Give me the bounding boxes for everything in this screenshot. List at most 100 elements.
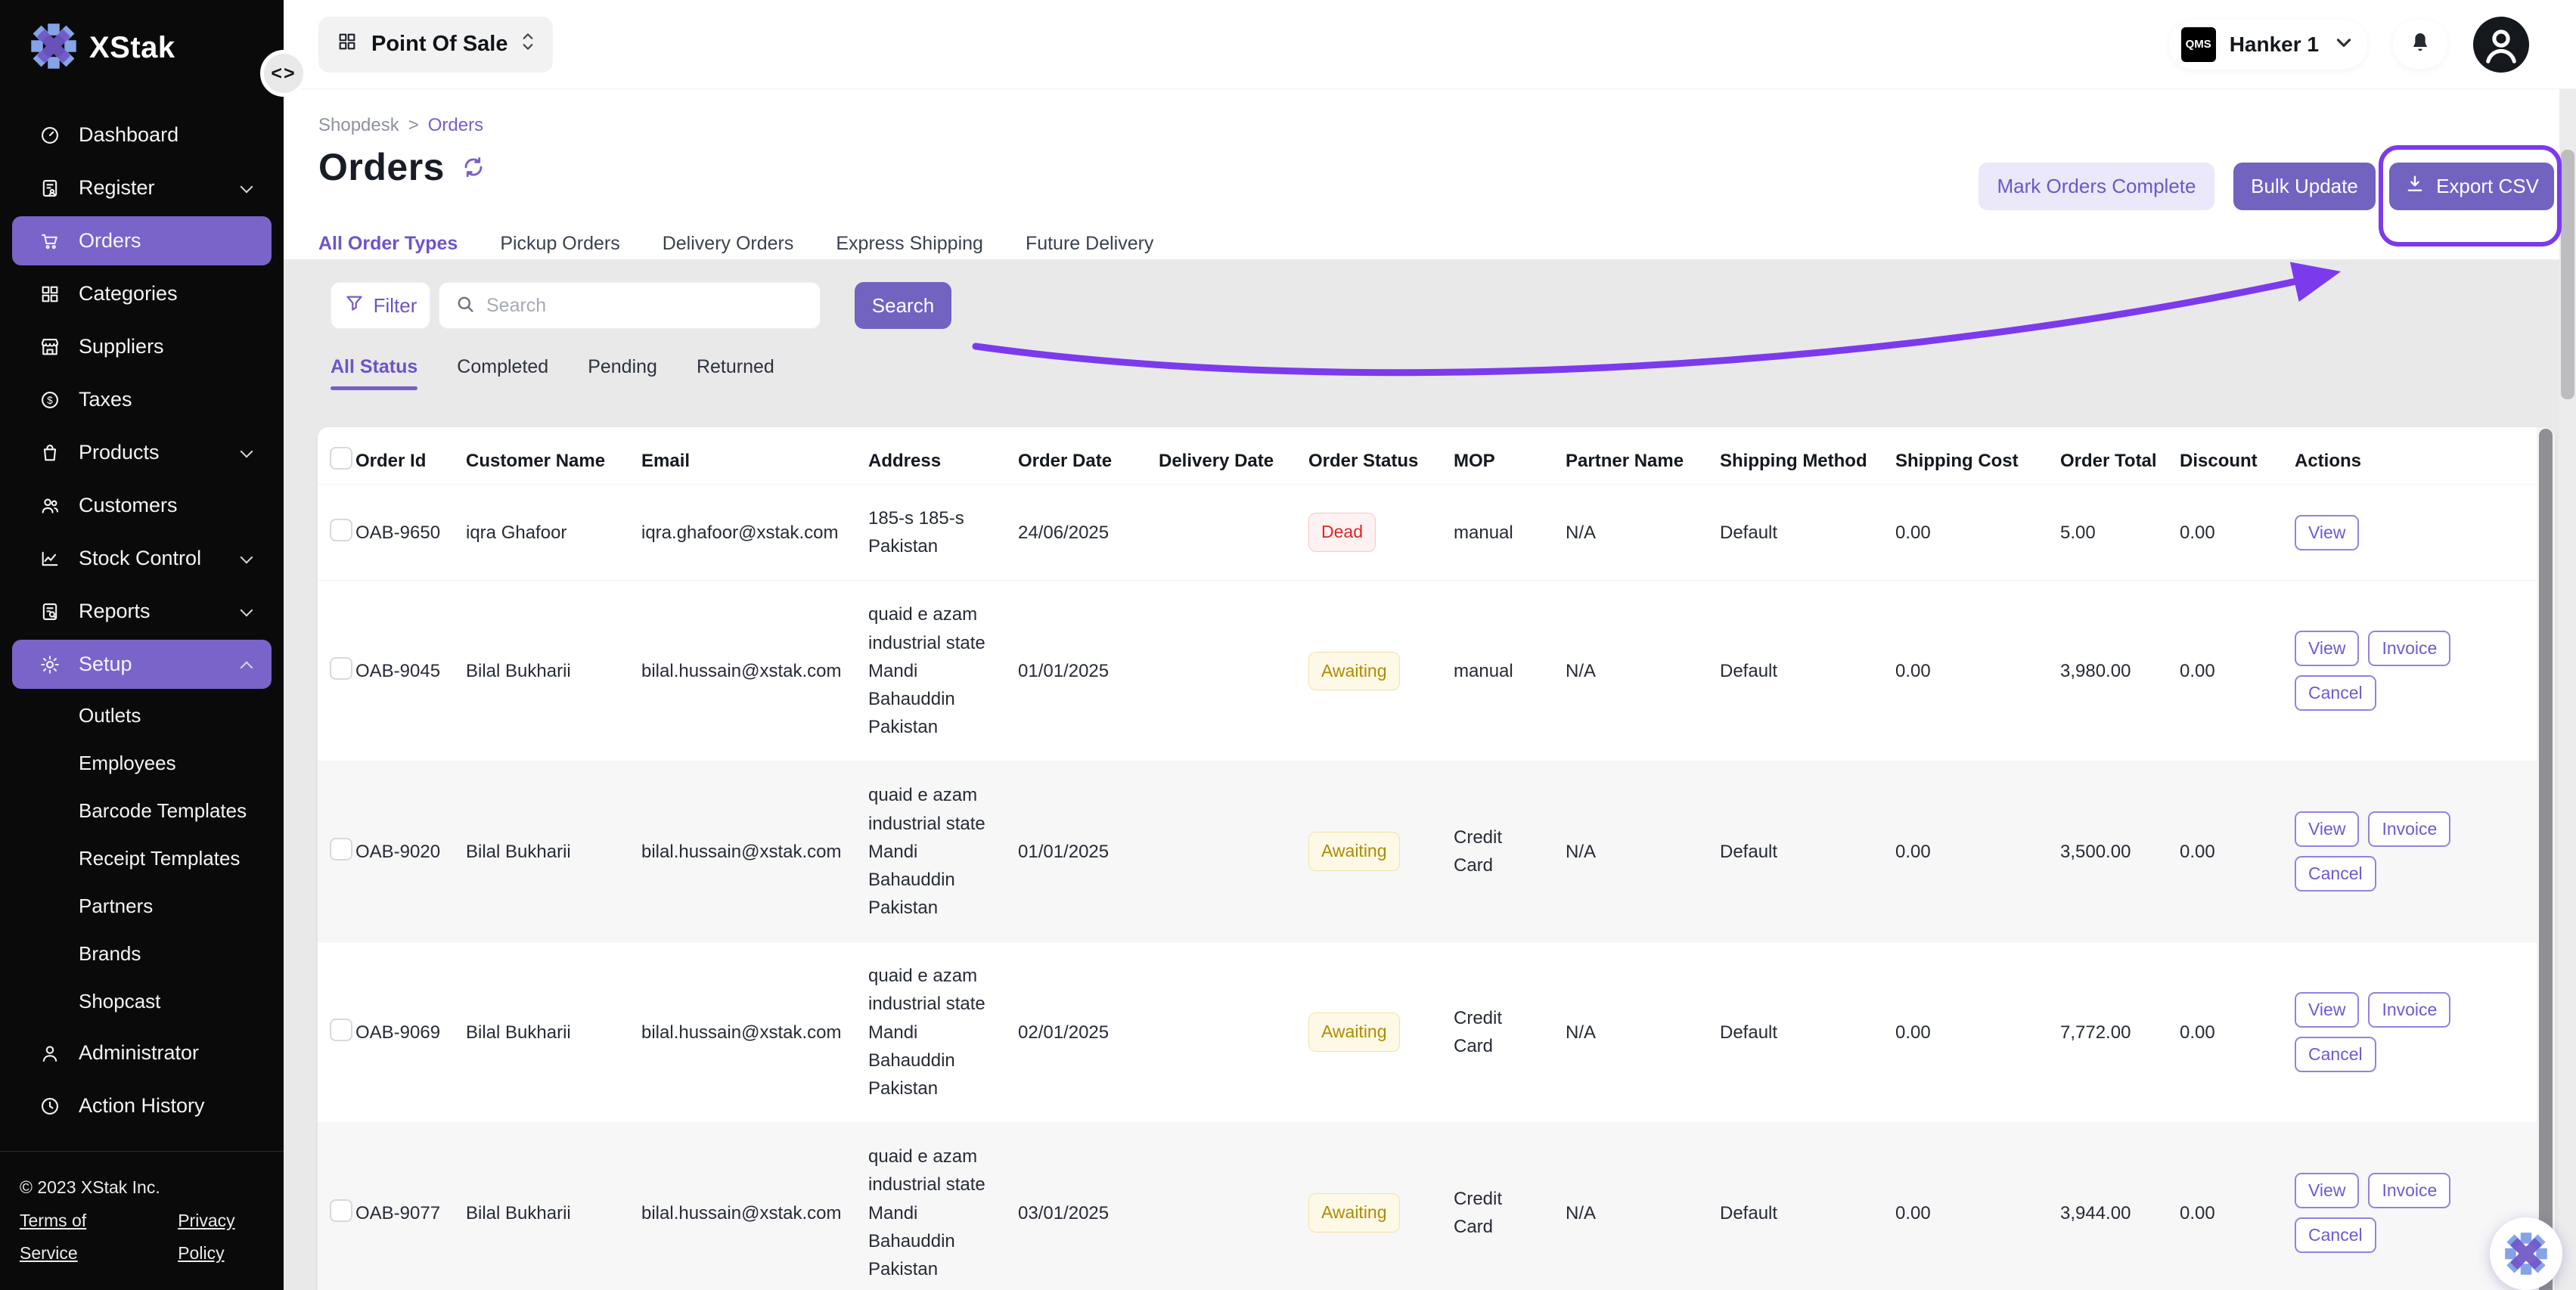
column-header-mop: MOP [1454,427,1566,495]
cell-customer-name: Bilal Bukharii [466,1180,641,1247]
status-tab-returned[interactable]: Returned [697,356,774,390]
status-badge: Awaiting [1308,652,1400,691]
row-checkbox[interactable] [330,657,352,680]
cancel-button[interactable]: Cancel [2295,856,2376,892]
invoice-button[interactable]: Invoice [2368,811,2450,847]
column-header-actions: Actions [2295,427,2537,495]
column-header-customer-name: Customer Name [466,427,641,495]
sidebar-item-setup[interactable]: Setup [12,640,272,689]
mark-orders-complete-button[interactable]: Mark Orders Complete [1979,163,2214,210]
brand-logo: XStak [0,0,284,73]
sidebar-item-orders[interactable]: Orders [12,216,272,265]
row-checkbox[interactable] [330,1199,352,1222]
cell-order-id: OAB-9077 [355,1180,466,1247]
cell-discount: 0.00 [2180,999,2295,1066]
cell-shipping-cost: 0.00 [1895,499,2060,566]
cell-shipping-cost: 0.00 [1895,999,2060,1066]
cell-mop: manual [1454,499,1566,566]
dollar-icon: $ [39,389,61,411]
search-input[interactable] [486,295,805,317]
bulk-update-button[interactable]: Bulk Update [2233,163,2376,210]
sidebar-item-suppliers[interactable]: Suppliers [12,322,272,371]
app-selector[interactable]: Point Of Sale [318,17,553,73]
user-icon [39,1043,61,1064]
cell-shipping-method: Default [1720,999,1895,1066]
cell-shipping-cost: 0.00 [1895,637,2060,705]
page-scrollbar[interactable] [2559,89,2576,1290]
footer-link-privacy-policy[interactable]: Privacy Policy [178,1205,284,1270]
cell-order-id: OAB-9045 [355,637,466,705]
cancel-button[interactable]: Cancel [2295,675,2376,711]
footer-link-terms-of-service[interactable]: Terms of Service [20,1205,146,1270]
refresh-icon[interactable] [461,155,486,179]
table-scrollbar[interactable] [2537,427,2555,1290]
cell-discount: 0.00 [2180,499,2295,566]
sidebar-subitem-barcode-templates[interactable]: Barcode Templates [12,788,272,834]
workspace-selector[interactable]: QMS Hanker 1 [2169,20,2367,70]
sidebar-subitem-employees[interactable]: Employees [12,740,272,786]
sidebar-item-stock-control[interactable]: Stock Control [12,534,272,583]
sidebar-item-customers[interactable]: Customers [12,481,272,530]
cell-order-total: 5.00 [2060,499,2180,566]
cell-shipping-method: Default [1720,1180,1895,1247]
cell-email: bilal.hussain@xstak.com [641,1180,868,1247]
filter-button[interactable]: Filter [331,282,430,329]
sidebar-subitem-shopcast[interactable]: Shopcast [12,978,272,1025]
view-button[interactable]: View [2295,515,2359,550]
sidebar-item-action-history[interactable]: Action History [12,1081,272,1130]
invoice-button[interactable]: Invoice [2368,992,2450,1028]
sidebar-subitem-brands[interactable]: Brands [12,931,272,977]
cell-discount: 0.00 [2180,818,2295,885]
view-button[interactable]: View [2295,1173,2359,1208]
view-button[interactable]: View [2295,811,2359,847]
sidebar-subitem-partners[interactable]: Partners [12,883,272,929]
row-checkbox[interactable] [330,519,352,541]
cell-shipping-cost: 0.00 [1895,818,2060,885]
sidebar-item-administrator[interactable]: Administrator [12,1028,272,1078]
sidebar-footer: © 2023 XStak Inc. Terms of ServicePrivac… [0,1151,284,1290]
invoice-button[interactable]: Invoice [2368,631,2450,666]
select-all-checkbox[interactable] [330,447,352,470]
sidebar-item-label: Suppliers [79,335,164,358]
breadcrumb-separator: > [408,115,419,136]
invoice-button[interactable]: Invoice [2368,1173,2450,1208]
app-selector-label: Point Of Sale [371,32,507,57]
avatar[interactable] [2473,17,2529,73]
sidebar-item-categories[interactable]: Categories [12,269,272,318]
search-button[interactable]: Search [855,282,951,329]
chevron-down-icon [240,181,255,196]
xstak-asterisk-icon [30,23,77,73]
breadcrumb-parent[interactable]: Shopdesk [318,115,399,136]
sidebar-item-taxes[interactable]: $Taxes [12,375,272,424]
status-tab-all-status[interactable]: All Status [331,356,417,390]
funnel-icon [344,293,365,318]
sidebar-subitem-receipt-templates[interactable]: Receipt Templates [12,836,272,882]
sidebar-item-reports[interactable]: Reports [12,587,272,636]
sidebar-subitem-outlets[interactable]: Outlets [12,693,272,739]
cell-delivery-date [1159,832,1308,871]
sidebar-collapse-button[interactable]: <> [260,50,307,97]
sidebar-item-register[interactable]: Register [12,163,272,212]
status-tab-pending[interactable]: Pending [588,356,657,390]
sidebar-item-dashboard[interactable]: Dashboard [12,110,272,160]
row-checkbox[interactable] [330,1019,352,1041]
cancel-button[interactable]: Cancel [2295,1217,2376,1253]
cell-order-status: Awaiting [1308,632,1454,711]
view-button[interactable]: View [2295,631,2359,666]
users-icon [39,495,61,516]
cell-address: 185-s 185-s Pakistan [868,485,1018,580]
column-header-shipping-cost: Shipping Cost [1895,427,2060,495]
row-checkbox[interactable] [330,838,352,861]
sidebar-item-products[interactable]: Products [12,428,272,477]
cancel-button[interactable]: Cancel [2295,1037,2376,1072]
sidebar-item-label: Stock Control [79,547,201,570]
notifications-button[interactable] [2393,20,2447,69]
table-body: OAB-9650iqra Ghafooriqra.ghafoor@xstak.c… [318,485,2537,1290]
floating-brand-button[interactable] [2490,1217,2562,1290]
status-tab-completed[interactable]: Completed [457,356,548,390]
sidebar-item-label: Orders [79,229,141,253]
export-csv-button[interactable]: Export CSV [2389,163,2554,210]
cell-email: bilal.hussain@xstak.com [641,999,868,1066]
cell-order-date: 24/06/2025 [1018,499,1159,566]
view-button[interactable]: View [2295,992,2359,1028]
